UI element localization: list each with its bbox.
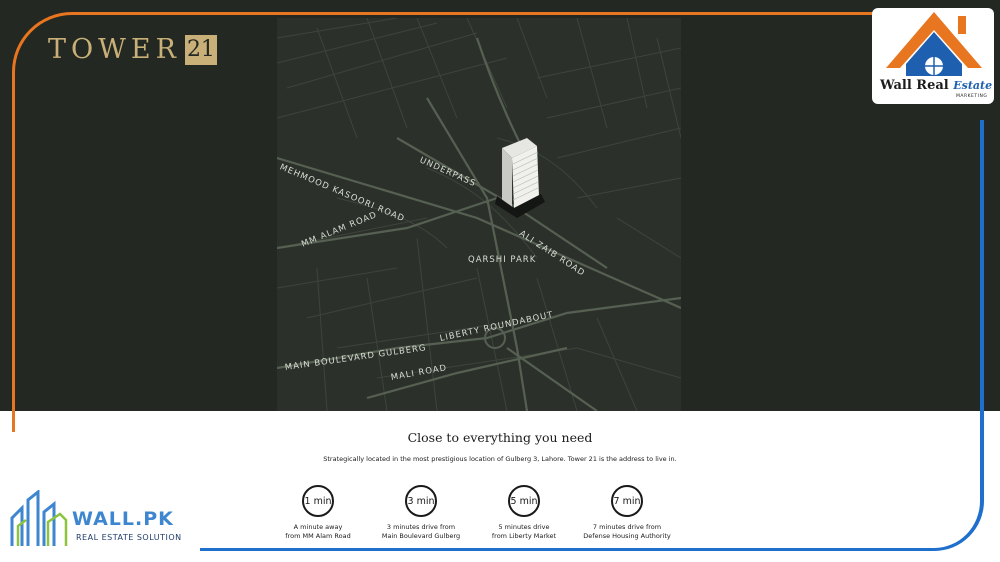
stat-description: 7 minutes drive from Defense Housing Aut… xyxy=(557,523,697,541)
stat-item: 7 min 7 minutes drive from Defense Housi… xyxy=(557,485,697,541)
wre-script: Estate xyxy=(953,79,993,92)
subline: Strategically located in the most presti… xyxy=(323,455,677,463)
wallpk-tagline: REAL ESTATE SOLUTION xyxy=(76,533,182,542)
wallpk-name: WALL.PK xyxy=(72,508,174,530)
stat-circle: 7 min xyxy=(611,485,643,517)
stat-line: Defense Housing Authority xyxy=(583,532,671,540)
wall-real-estate-name: Wall Real Estate xyxy=(880,78,992,93)
stat-circle: 3 min xyxy=(405,485,437,517)
headline: Close to everything you need xyxy=(407,430,593,445)
stat-circle: 1 min xyxy=(302,485,334,517)
wre-sub: MARKETING xyxy=(956,94,988,99)
wre-name: Wall Real xyxy=(880,78,949,93)
stat-circle: 5 min xyxy=(508,485,540,517)
stat-line: 7 minutes drive from xyxy=(592,523,662,531)
